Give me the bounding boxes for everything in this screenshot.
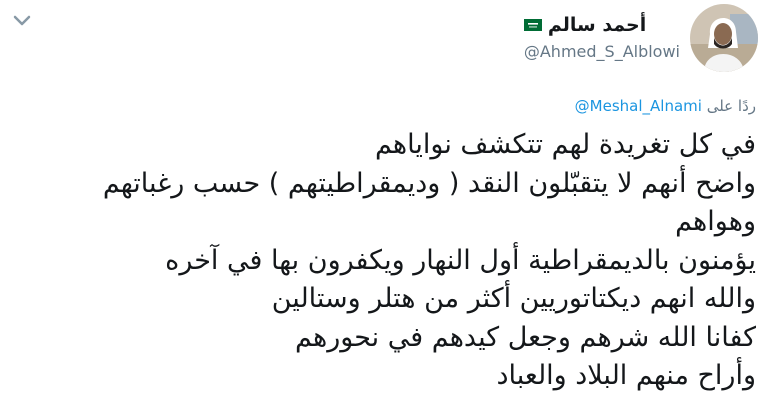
profile-avatar-icon	[690, 4, 758, 72]
author-handle[interactable]: @Ahmed_S_Alblowi	[524, 42, 680, 61]
author-names: أحمد سالم @Ahmed_S_Alblowi	[523, 4, 680, 61]
saudi-flag-icon	[523, 19, 542, 31]
tweet-text: في كل تغريدة لهم تتكشف نواياهم واضح أنهم…	[12, 126, 756, 396]
tweet-header: أحمد سالم @Ahmed_S_Alblowi	[523, 4, 758, 74]
author-display-name[interactable]: أحمد سالم	[548, 14, 646, 36]
tweet-line: وهواهم	[675, 206, 756, 237]
reply-context: ردًا على @Meshal_Alnami	[575, 97, 756, 115]
tweet-line: يؤمنون بالديمقراطية أول النهار ويكفرون ب…	[165, 244, 756, 276]
name-row: أحمد سالم	[523, 14, 680, 36]
tweet-line: كفانا الله شرهم وجعل كيدهم في نحورهم	[295, 321, 756, 353]
tweet-line: والله انهم ديكتاتوريين أكثر من هتلر وستا…	[271, 283, 756, 314]
tweet-line: واضح أنهم لا يتقبّلون النقد ( وديمقراطيت…	[102, 167, 756, 199]
reply-prefix: ردًا على	[706, 97, 756, 115]
chevron-down-icon[interactable]	[12, 14, 32, 28]
tweet-line: وأراح منهم البلاد والعباد	[496, 360, 756, 391]
reply-target-link[interactable]: @Meshal_Alnami	[575, 97, 702, 115]
avatar[interactable]	[690, 4, 758, 72]
tweet-line: في كل تغريدة لهم تتكشف نواياهم	[374, 129, 756, 160]
